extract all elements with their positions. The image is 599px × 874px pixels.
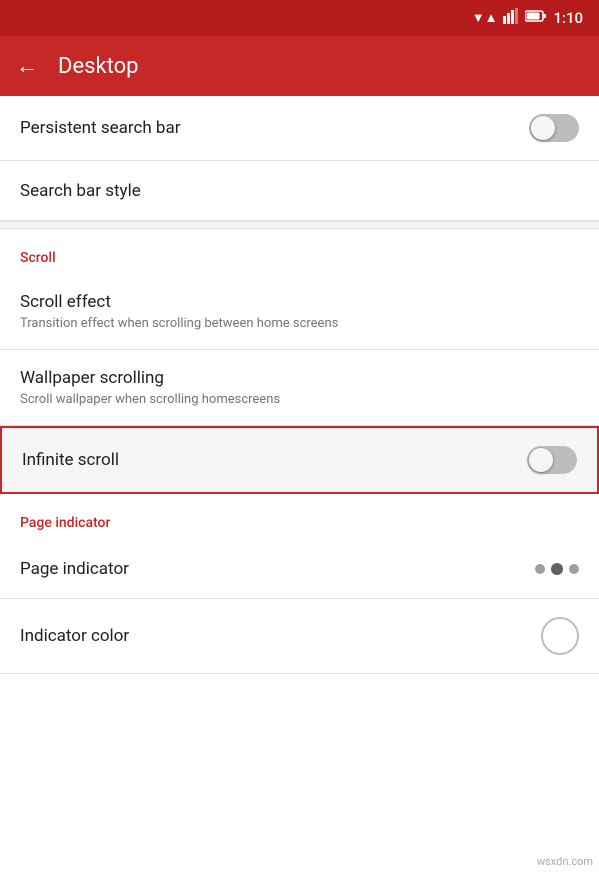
scroll-effect-sub: Transition effect when scrolling between…	[20, 316, 338, 331]
wallpaper-scrolling-sub: Scroll wallpaper when scrolling homescre…	[20, 392, 280, 407]
page-indicator-row[interactable]: Page indicator	[0, 539, 599, 599]
wallpaper-scrolling-label: Wallpaper scrolling	[20, 368, 280, 388]
battery-icon	[525, 9, 547, 27]
persistent-search-bar-toggle[interactable]	[529, 114, 579, 142]
dot-2	[551, 563, 563, 575]
infinite-scroll-toggle-thumb	[529, 448, 553, 472]
page-indicator-header-text: Page indicator	[20, 515, 110, 531]
persistent-search-bar-row[interactable]: Persistent search bar	[0, 96, 599, 161]
search-bar-style-label: Search bar style	[20, 181, 141, 201]
indicator-color-circle[interactable]	[541, 617, 579, 655]
settings-content: Persistent search bar Search bar style S…	[0, 96, 599, 674]
wallpaper-scrolling-row[interactable]: Wallpaper scrolling Scroll wallpaper whe…	[0, 350, 599, 426]
status-bar: ▼▲ 1:10	[0, 0, 599, 36]
back-button[interactable]: ←	[16, 53, 38, 79]
status-time: 1:10	[553, 9, 583, 27]
page-indicator-label: Page indicator	[20, 559, 129, 579]
page-indicator-dots	[535, 563, 579, 575]
scroll-effect-row[interactable]: Scroll effect Transition effect when scr…	[0, 274, 599, 350]
section-divider-1	[0, 221, 599, 229]
indicator-color-row[interactable]: Indicator color	[0, 599, 599, 674]
toggle-thumb	[531, 116, 555, 140]
infinite-scroll-toggle[interactable]	[527, 446, 577, 474]
scroll-header-text: Scroll	[20, 250, 56, 266]
wifi-icon: ▼▲	[472, 10, 498, 26]
scroll-section-header: Scroll	[0, 229, 599, 274]
scroll-effect-text: Scroll effect Transition effect when scr…	[20, 292, 338, 331]
indicator-color-label: Indicator color	[20, 626, 129, 646]
dot-1	[535, 564, 545, 574]
status-icons: ▼▲ 1:10	[472, 8, 583, 28]
persistent-search-bar-label: Persistent search bar	[20, 118, 181, 138]
scroll-effect-label: Scroll effect	[20, 292, 338, 312]
search-bar-style-row[interactable]: Search bar style	[0, 161, 599, 221]
app-bar-title: Desktop	[58, 54, 139, 79]
infinite-scroll-row[interactable]: Infinite scroll	[0, 426, 599, 494]
dot-3	[569, 564, 579, 574]
wallpaper-scrolling-text: Wallpaper scrolling Scroll wallpaper whe…	[20, 368, 280, 407]
infinite-scroll-label: Infinite scroll	[22, 450, 119, 470]
signal-icon	[503, 8, 519, 28]
page-indicator-section-header: Page indicator	[0, 494, 599, 539]
watermark: wsxdn.com	[537, 855, 593, 868]
app-bar: ← Desktop	[0, 36, 599, 96]
